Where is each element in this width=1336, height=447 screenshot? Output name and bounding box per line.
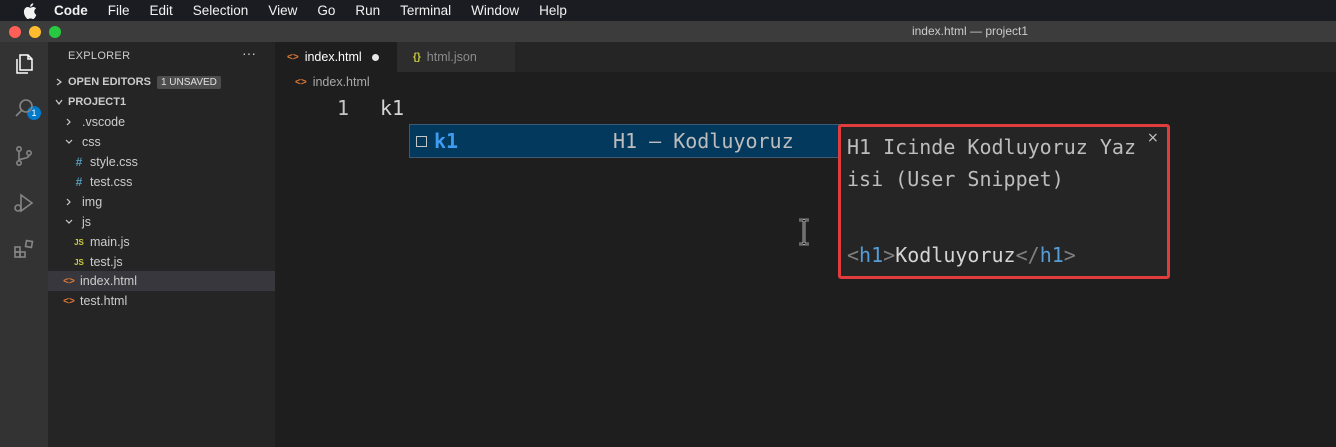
tree-item-label: js bbox=[82, 215, 92, 229]
more-actions-icon[interactable]: ··· bbox=[242, 45, 256, 61]
tab-label: index.html bbox=[304, 50, 362, 64]
zoom-window-button[interactable] bbox=[49, 26, 61, 38]
macos-menubar: Code File Edit Selection View Go Run Ter… bbox=[0, 0, 1336, 21]
menu-help[interactable]: Help bbox=[539, 0, 567, 21]
tree-item-js-folder[interactable]: js bbox=[48, 212, 275, 232]
snippet-icon bbox=[416, 136, 427, 147]
tag-bracket: </ bbox=[1015, 243, 1040, 267]
tree-item-label: .vscode bbox=[82, 115, 126, 129]
tree-item-main-js[interactable]: JS main.js bbox=[48, 232, 275, 252]
chevron-down-icon bbox=[64, 218, 74, 226]
suggestion-label: k1 bbox=[434, 129, 459, 153]
menu-window[interactable]: Window bbox=[471, 0, 519, 21]
explorer-title: EXPLORER bbox=[68, 50, 131, 62]
tag-name: h1 bbox=[1039, 243, 1064, 267]
breadcrumb[interactable]: <> index.html bbox=[295, 75, 370, 89]
tree-item-css-folder[interactable]: css bbox=[48, 132, 275, 152]
tab-index-html[interactable]: <> index.html bbox=[275, 42, 397, 72]
menu-edit[interactable]: Edit bbox=[150, 0, 173, 21]
unsaved-badge: 1 UNSAVED bbox=[156, 75, 221, 89]
explorer-sidebar: EXPLORER ··· OPEN EDITORS 1 UNSAVED PROJ… bbox=[48, 42, 275, 447]
tree-item-img-folder[interactable]: img bbox=[48, 192, 275, 212]
window-titlebar bbox=[0, 21, 1336, 42]
html-file-icon: <> bbox=[295, 76, 307, 88]
menu-terminal[interactable]: Terminal bbox=[400, 0, 451, 21]
snippet-preview: <h1>Kodluyoruz</h1> bbox=[847, 243, 1076, 267]
json-file-icon: {} bbox=[413, 51, 421, 63]
tree-item-test-js[interactable]: JS test.js bbox=[48, 252, 275, 272]
tree-item-label: style.css bbox=[90, 155, 138, 169]
css-file-icon: # bbox=[75, 155, 83, 169]
close-details-icon[interactable]: × bbox=[1147, 130, 1159, 146]
js-file-icon: JS bbox=[74, 257, 84, 267]
tree-item-index-html[interactable]: <> index.html bbox=[48, 271, 275, 291]
tree-item-test-css[interactable]: # test.css bbox=[48, 172, 275, 192]
minimize-window-button[interactable] bbox=[29, 26, 41, 38]
tag-name: h1 bbox=[859, 243, 884, 267]
line-number: 1 bbox=[337, 96, 350, 120]
tree-item-label: test.html bbox=[80, 294, 128, 308]
tree-item-label: test.js bbox=[90, 255, 123, 269]
html-file-icon: <> bbox=[63, 295, 75, 307]
suggestion-details-panel: H1 Icinde Kodluyoruz Yazisi (User Snippe… bbox=[838, 124, 1170, 279]
chevron-down-icon bbox=[54, 98, 64, 106]
project-label: PROJECT1 bbox=[68, 96, 127, 108]
open-editors-label: OPEN EDITORS bbox=[68, 76, 151, 88]
js-file-icon: JS bbox=[74, 237, 84, 247]
html-file-icon: <> bbox=[63, 275, 75, 287]
chevron-down-icon bbox=[64, 138, 74, 146]
tree-item-style-css[interactable]: # style.css bbox=[48, 152, 275, 172]
menu-run[interactable]: Run bbox=[355, 0, 380, 21]
tab-label: html.json bbox=[426, 50, 477, 64]
menu-file[interactable]: File bbox=[108, 0, 130, 21]
snippet-description: H1 Icinde Kodluyoruz Yazisi (User Snippe… bbox=[847, 135, 1136, 191]
tree-item-label: index.html bbox=[80, 274, 137, 288]
tree-item-vscode[interactable]: .vscode bbox=[48, 112, 275, 132]
extensions-icon[interactable] bbox=[11, 236, 37, 262]
tag-bracket: > bbox=[883, 243, 896, 267]
search-icon[interactable] bbox=[11, 95, 37, 121]
snippet-content: Kodluyoruz bbox=[895, 243, 1016, 267]
suggestion-detail: H1 – Kodluyoruz bbox=[613, 129, 794, 153]
open-editors-section[interactable]: OPEN EDITORS 1 UNSAVED bbox=[48, 72, 275, 92]
menu-view[interactable]: View bbox=[268, 0, 297, 21]
menu-go[interactable]: Go bbox=[317, 0, 335, 21]
project-section[interactable]: PROJECT1 bbox=[48, 92, 275, 112]
line-text[interactable]: k1 bbox=[380, 96, 404, 120]
breadcrumb-file: index.html bbox=[312, 75, 370, 89]
code-line[interactable]: 1 k1 bbox=[275, 94, 1336, 122]
activity-bar: 1 bbox=[0, 42, 48, 447]
source-control-icon[interactable] bbox=[11, 143, 37, 169]
explorer-icon[interactable] bbox=[11, 51, 37, 77]
run-debug-icon[interactable] bbox=[11, 190, 37, 216]
css-file-icon: # bbox=[75, 175, 83, 189]
tree-item-test-html[interactable]: <> test.html bbox=[48, 291, 275, 311]
window-title: index.html — project1 bbox=[911, 24, 1029, 38]
apple-icon[interactable] bbox=[23, 2, 39, 19]
html-file-icon: <> bbox=[287, 51, 299, 63]
chevron-right-icon bbox=[54, 78, 64, 86]
chevron-right-icon bbox=[64, 198, 74, 206]
text-cursor-icon bbox=[797, 218, 811, 251]
tree-item-label: css bbox=[82, 135, 101, 149]
suggestion-item[interactable]: k1 H1 – Kodluyoruz bbox=[409, 124, 840, 158]
tag-bracket: > bbox=[1063, 243, 1076, 267]
editor-tabs: <> index.html {} html.json bbox=[275, 42, 1336, 72]
chevron-right-icon bbox=[64, 118, 74, 126]
close-window-button[interactable] bbox=[9, 26, 21, 38]
tree-item-label: main.js bbox=[90, 235, 130, 249]
unsaved-dot-icon[interactable] bbox=[371, 53, 379, 61]
menu-app-code[interactable]: Code bbox=[54, 0, 88, 21]
tree-item-label: test.css bbox=[90, 175, 133, 189]
tag-bracket: < bbox=[847, 243, 860, 267]
menu-selection[interactable]: Selection bbox=[193, 0, 249, 21]
tab-html-json[interactable]: {} html.json bbox=[397, 42, 515, 72]
tree-item-label: img bbox=[82, 195, 103, 209]
